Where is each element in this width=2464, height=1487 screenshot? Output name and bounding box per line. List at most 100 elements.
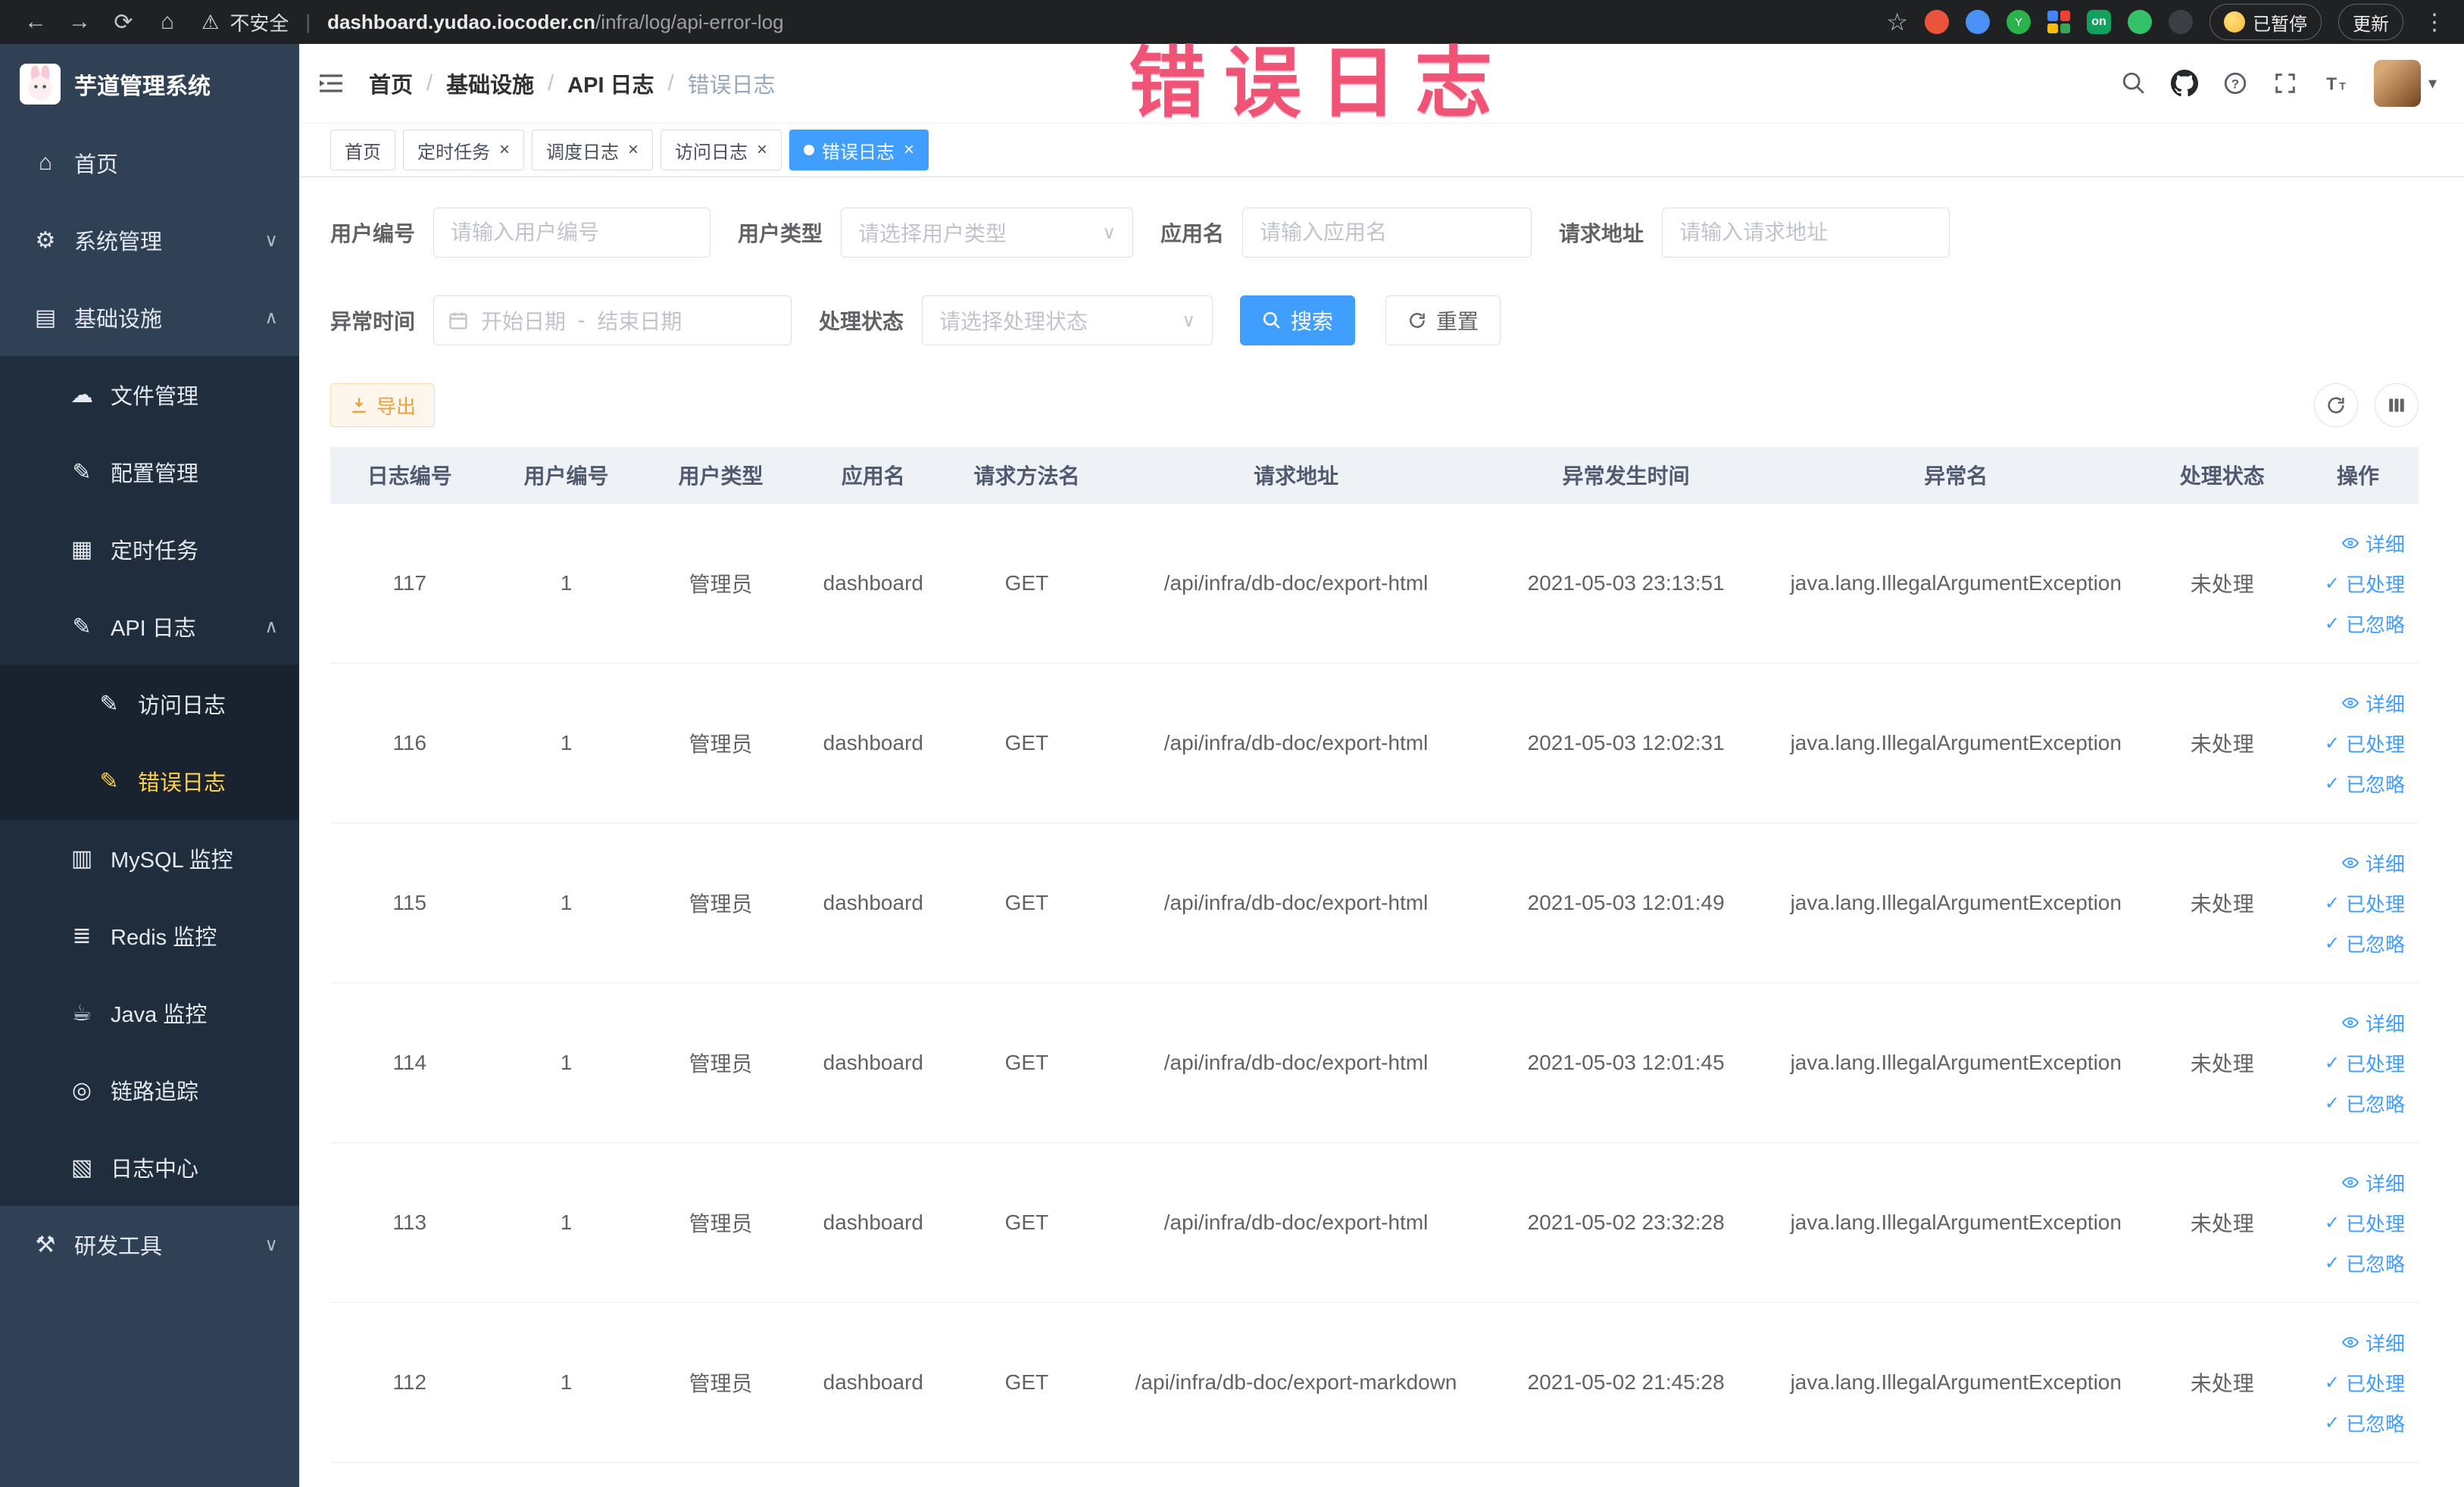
mark-processed-link[interactable]: ✓ 已处理 [2325,889,2405,917]
sidebar-item-config-manage[interactable]: ✎ 配置管理 [0,433,299,511]
search-button[interactable]: 搜索 [1240,295,1356,345]
cell-actions: 详细 ✓ 已处理 ✓ 已忽略 [2297,1302,2419,1463]
extension-icon[interactable] [1966,10,1990,34]
cell-user-id: 1 [489,982,644,1143]
mark-ignored-link[interactable]: ✓ 已忽略 [2325,770,2405,798]
mark-ignored-link[interactable]: ✓ 已忽略 [2325,1249,2405,1277]
tab-scheduled-jobs[interactable]: 定时任务 × [403,130,525,170]
breadcrumb-home[interactable]: 首页 [369,67,413,99]
table-row: 113 1 管理员 dashboard GET /api/infra/db-do… [330,1142,2419,1303]
exception-time-label: 异常时间 [330,310,416,333]
cell-exception-time: 2021-05-03 12:01:45 [1487,982,1766,1143]
error-log-table: 日志编号 用户编号 用户类型 应用名 请求方法名 请求地址 异常发生时间 异常名 处理状态 操作 … [330,447,2419,1463]
refresh-table-button[interactable] [2314,383,2358,427]
sidebar-item-access-log[interactable]: ✎ 访问日志 [0,665,299,742]
mark-ignored-link[interactable]: ✓ 已忽略 [2325,1089,2405,1117]
sidebar-item-error-log[interactable]: ✎ 错误日志 [0,742,299,820]
reset-button[interactable]: 重置 [1385,295,1501,345]
mark-processed-link[interactable]: ✓ 已处理 [2325,729,2405,758]
process-status-select[interactable]: 请选择处理状态 ∨ [922,295,1213,345]
close-tab-icon[interactable]: × [904,139,914,161]
exception-time-range-picker[interactable]: 开始日期 - 结束日期 [433,295,792,345]
tab-access-log[interactable]: 访问日志 × [661,130,782,170]
fullscreen-icon[interactable] [2272,70,2298,96]
sidebar-toggle-icon[interactable] [316,68,346,98]
eye-icon [2341,697,2359,709]
tab-home[interactable]: 首页 [330,130,395,170]
back-icon[interactable]: ← [18,9,53,35]
sidebar-item-scheduled-jobs[interactable]: ▦ 定时任务 [0,511,299,588]
search-icon[interactable] [2121,70,2147,96]
column-header: 异常名 [1765,447,2147,504]
cell-user-id: 1 [489,1302,644,1463]
app-name-input[interactable] [1242,208,1532,258]
cell-request-url: /api/infra/db-doc/export-html [1104,503,1488,664]
detail-link[interactable]: 详细 [2341,1329,2405,1357]
user-type-select[interactable]: 请选择用户类型 ∨ [841,208,1134,258]
detail-link[interactable]: 详细 [2341,1169,2405,1197]
mark-processed-link[interactable]: ✓ 已处理 [2325,1049,2405,1077]
column-settings-button[interactable] [2375,383,2419,427]
tab-error-log[interactable]: 错误日志 × [789,130,929,170]
export-button[interactable]: 导出 [330,383,436,427]
chevron-down-icon: ∨ [264,230,278,251]
github-icon[interactable] [2170,70,2198,97]
bookmark-star-icon[interactable]: ☆ [1886,8,1908,36]
tools-icon: ⚒ [35,1232,56,1257]
user-type-label: 用户类型 [738,222,823,245]
address-bar[interactable]: ⚠ 不安全 | dashboard.yudao.iocoder.cn/infra… [201,8,784,36]
access-log-icon: ✎ [99,691,119,717]
app-logo[interactable]: 芋道管理系统 [0,44,299,124]
extension-grid-icon[interactable] [2047,11,2070,33]
cell-method: GET [948,1142,1105,1303]
mark-ignored-link[interactable]: ✓ 已忽略 [2325,1409,2405,1437]
sidebar-item-mysql-monitor[interactable]: ▥ MySQL 监控 [0,820,299,897]
extension-icon[interactable] [1925,10,1949,34]
mark-ignored-link[interactable]: ✓ 已忽略 [2325,610,2405,638]
detail-link[interactable]: 详细 [2341,849,2405,877]
user-id-input[interactable] [433,208,711,258]
browser-home-icon[interactable]: ⌂ [150,9,185,35]
close-tab-icon[interactable]: × [757,139,767,161]
close-tab-icon[interactable]: × [499,139,510,161]
reload-icon[interactable]: ⟳ [106,9,141,36]
extension-on-icon[interactable]: on [2087,10,2111,34]
sidebar-item-dev-tools[interactable]: ⚒ 研发工具 ∨ [0,1206,299,1283]
extension-icon[interactable] [2169,10,2193,34]
close-tab-icon[interactable]: × [628,139,639,161]
eye-icon [2341,1017,2359,1029]
sidebar-item-api-log[interactable]: ✎ API 日志 ∧ [0,588,299,665]
sidebar-item-file-manage[interactable]: ☁ 文件管理 [0,356,299,433]
detail-link[interactable]: 详细 [2341,530,2405,558]
user-menu[interactable]: ▾ [2373,60,2437,107]
sidebar-item-trace[interactable]: ◎ 链路追踪 [0,1051,299,1129]
help-icon[interactable]: ? [2222,70,2248,96]
sidebar-item-home[interactable]: ⌂ 首页 [0,124,299,201]
cell-request-url: /api/infra/db-doc/export-html [1104,663,1488,823]
mark-processed-link[interactable]: ✓ 已处理 [2325,570,2405,598]
update-button[interactable]: 更新 [2338,4,2403,40]
browser-menu-icon[interactable]: ⋮ [2423,9,2446,36]
sidebar-item-java-monitor[interactable]: ☕ Java 监控 [0,974,299,1051]
tab-dispatch-log[interactable]: 调度日志 × [532,130,654,170]
infrastructure-icon: ▤ [34,305,57,330]
breadcrumb-infrastructure[interactable]: 基础设施 [446,67,534,99]
mark-processed-link[interactable]: ✓ 已处理 [2325,1369,2405,1397]
extension-icon[interactable] [2128,10,2152,34]
request-url-input[interactable] [1662,208,1950,258]
forward-icon[interactable]: → [62,9,97,35]
cell-log-id: 115 [330,823,489,983]
mark-ignored-link[interactable]: ✓ 已忽略 [2325,929,2405,957]
sidebar-item-system-manage[interactable]: ⚙ 系统管理 ∨ [0,201,299,279]
breadcrumb-api-log[interactable]: API 日志 [567,67,654,99]
font-size-icon[interactable]: TT [2322,70,2350,96]
sidebar-item-redis-monitor[interactable]: ≣ Redis 监控 [0,897,299,974]
sidebar-item-log-center[interactable]: ▧ 日志中心 [0,1129,299,1206]
sidebar-item-infrastructure[interactable]: ▤ 基础设施 ∧ [0,279,299,356]
detail-link[interactable]: 详细 [2341,1009,2405,1037]
detail-link[interactable]: 详细 [2341,689,2405,717]
extension-icon[interactable]: Y [2006,10,2031,34]
paused-badge[interactable]: 已暂停 [2209,4,2322,40]
svg-text:T: T [2339,81,2346,93]
mark-processed-link[interactable]: ✓ 已处理 [2325,1209,2405,1237]
